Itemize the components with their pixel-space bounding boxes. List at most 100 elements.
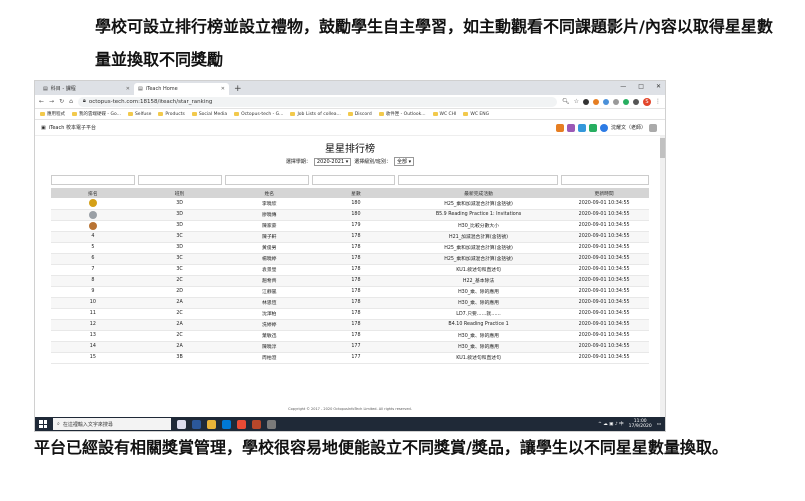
chat-icon[interactable] <box>577 123 586 132</box>
user-name[interactable]: 沈耀文（老師） <box>611 124 646 131</box>
notification-icon[interactable]: ▭ <box>657 422 661 427</box>
extension-icon[interactable] <box>623 98 629 105</box>
ranking-table-area: 排名 班別 姓名 星數 最新完成活動 更新時間 3D 李曉欣 180 H25_乘和加減… <box>51 175 649 364</box>
extensions-area: 🔍︎ ☆ S ⋮ <box>562 97 661 106</box>
close-window-icon[interactable]: ✕ <box>656 83 661 90</box>
bookmark-item[interactable]: Selfuse <box>127 112 151 117</box>
bookmark-item[interactable]: Products <box>158 112 185 117</box>
profile-avatar[interactable]: S <box>643 97 651 106</box>
browser-tab[interactable]: ▤ 科目 - 課程 ✕ <box>39 83 134 95</box>
bookmark-item[interactable]: WC CHI <box>432 112 456 117</box>
chrome-icon[interactable] <box>237 419 246 429</box>
rank-cell: 6 <box>51 253 135 265</box>
bookmarks-bar: 應用程式 我的雲端硬碟 - Go... Selfuse Products Soc… <box>35 109 665 120</box>
bookmark-item[interactable]: Discord <box>347 112 372 117</box>
filter-input[interactable] <box>137 175 222 185</box>
file-explorer-icon[interactable] <box>192 419 201 429</box>
column-header[interactable]: 班別 <box>134 188 225 198</box>
star-icon[interactable] <box>588 123 597 132</box>
puzzle-icon[interactable] <box>566 123 575 132</box>
powerpoint-icon[interactable] <box>252 419 261 429</box>
folder-icon[interactable] <box>207 419 216 429</box>
stars-cell: 178 <box>314 297 398 309</box>
table-row: 4 3C 陳子軒 178 H21_加減混合計算(含括號) 2020-09-01 10:34… <box>51 231 649 243</box>
table-row: 14 2A 陳曉淳 177 H30_乘、除的應用 2020-09-01 10:34:55 <box>51 341 649 353</box>
clock[interactable]: 11:00 17/9/2020 <box>629 419 652 429</box>
mail-icon[interactable] <box>222 419 231 429</box>
filter-input[interactable] <box>398 175 559 185</box>
folder-icon <box>72 112 77 116</box>
taskbar-search-input[interactable]: ⌕ 在這裡輸入文字來搜尋 <box>53 418 171 430</box>
filter-input[interactable] <box>311 175 396 185</box>
menu-icon[interactable]: ⋮ <box>655 98 661 105</box>
folder-icon <box>127 112 133 116</box>
activity-cell: H30_乘、除的應用 <box>397 341 560 353</box>
page-scrollbar[interactable] <box>660 136 665 418</box>
tab-close-icon[interactable]: ✕ <box>221 83 225 95</box>
column-header[interactable]: 更新時間 <box>559 188 649 198</box>
column-header[interactable]: 星數 <box>314 188 398 198</box>
minimize-icon[interactable]: — <box>620 83 626 90</box>
extension-icon[interactable] <box>613 98 619 105</box>
tray-icons[interactable]: ^ ☁ ▣ ♪ 中 <box>598 421 624 427</box>
browser-tab-active[interactable]: ▤ iTeach Home ✕ <box>134 83 229 95</box>
class-cell: 3B <box>134 352 225 364</box>
class-cell: 2A <box>134 297 225 309</box>
column-header[interactable]: 姓名 <box>224 188 315 198</box>
bottom-caption: 平台已經設有相關獎賞管理，學校很容易地便能設立不同獎賞/獎品，讓學生以不同星星數… <box>34 438 728 457</box>
forward-icon[interactable]: → <box>49 98 54 105</box>
name-cell: 葉敏迅 <box>224 330 315 342</box>
home-icon[interactable]: ⌂ <box>69 98 73 105</box>
bookmark-item[interactable]: Job Lists of collea... <box>290 112 341 117</box>
class-select[interactable]: 全部 ▾ <box>393 157 415 166</box>
logout-icon[interactable] <box>649 123 657 132</box>
star-bookmark-icon[interactable]: ☆ <box>574 98 579 105</box>
app-header: ▣ iTeach 校本電子平台 沈耀文（老師） <box>35 120 665 136</box>
browser-tab-bar: ▤ 科目 - 課程 ✕ ▤ iTeach Home ✕ + — □ ✕ <box>35 81 665 95</box>
column-header[interactable]: 排名 <box>51 188 135 198</box>
activity-cell: KU1.敘述句和直述句 <box>397 352 560 364</box>
extension-icon[interactable] <box>603 98 609 105</box>
table-row: 12 2A 洗婷婷 178 B4.10 Reading Practice 1 2020-0… <box>51 319 649 331</box>
reload-icon[interactable]: ↻ <box>59 98 64 105</box>
activity-cell: H22_基本除法 <box>397 275 560 287</box>
filter-input[interactable] <box>561 175 649 185</box>
class-cell: 3D <box>134 220 225 232</box>
bookmark-item[interactable]: Social Media <box>191 112 227 117</box>
bookmark-item[interactable]: WC ENG <box>463 112 489 117</box>
back-icon[interactable]: ← <box>39 98 44 105</box>
tab-close-icon[interactable]: ✕ <box>126 83 130 95</box>
folder-icon <box>290 112 296 116</box>
folder-icon <box>158 112 164 116</box>
column-header[interactable]: 最新完成活動 <box>397 188 560 198</box>
task-view-icon[interactable] <box>177 419 186 429</box>
bookmark-item[interactable]: Octopus-tech - G... <box>234 112 283 117</box>
table-row: 3D 廖曉傳 180 B5.9 Reading Practice 1: Invitat… <box>51 209 649 221</box>
top-caption: 學校可設立排行榜並設立禮物，鼓勵學生自主學習，如主動觀看不同課題影片/內容以取得… <box>95 17 773 69</box>
time-cell: 2020-09-01 10:34:55 <box>559 242 649 254</box>
games-icon[interactable] <box>555 123 564 132</box>
year-select[interactable]: 2020-2021 ▾ <box>313 157 352 166</box>
maximize-icon[interactable]: □ <box>638 83 644 90</box>
filter-input[interactable] <box>224 175 309 185</box>
time-cell: 2020-09-01 10:34:55 <box>559 341 649 353</box>
app-name: iTeach 校本電子平台 <box>48 125 96 131</box>
bookmark-item[interactable]: 我的雲端硬碟 - Go... <box>72 111 121 117</box>
time-cell: 2020-09-01 10:34:55 <box>559 319 649 331</box>
extension-icon[interactable] <box>633 98 639 105</box>
lock-icon: 🔒︎ <box>82 98 86 104</box>
extension-icon[interactable] <box>583 98 589 105</box>
bookmark-item[interactable]: 應用程式 <box>40 111 65 117</box>
activity-cell: KU1.敘述句和直述句 <box>397 264 560 276</box>
stars-cell: 177 <box>314 352 398 364</box>
zoom-icon[interactable]: 🔍︎ <box>562 98 570 105</box>
url-input[interactable]: 🔒︎ octopus-tech.com:18158/iteach/star_ra… <box>77 96 557 107</box>
app-icon[interactable] <box>267 419 276 429</box>
time-cell: 2020-09-01 10:34:55 <box>559 264 649 276</box>
windows-start-icon[interactable] <box>39 420 47 428</box>
filter-input[interactable] <box>51 175 135 185</box>
extension-icon[interactable] <box>593 98 599 105</box>
new-tab-button[interactable]: + <box>229 83 247 95</box>
bookmark-item[interactable]: 收件匣 - Outlook... <box>378 111 426 117</box>
scroll-thumb[interactable] <box>660 138 665 158</box>
